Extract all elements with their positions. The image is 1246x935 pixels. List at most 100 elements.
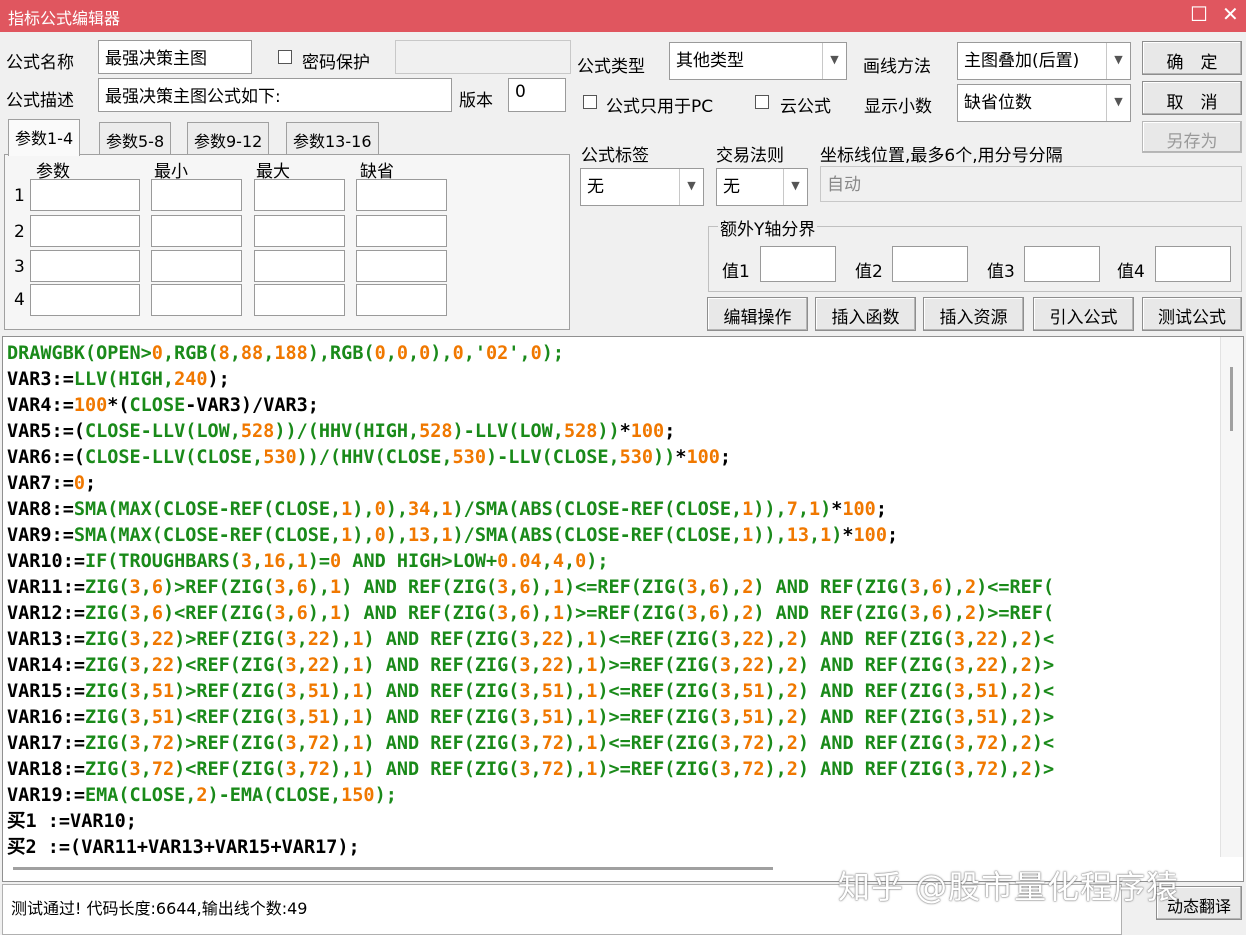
code-editor[interactable]: DRAWGBK(OPEN>0,RGB(8,88,188),RGB(0,0,0),… xyxy=(2,336,1244,882)
code-token: , xyxy=(731,707,743,728)
code-token: 3 xyxy=(129,733,141,754)
decimals-select[interactable]: 缺省位数 ▼ xyxy=(957,84,1131,122)
param-2-max[interactable] xyxy=(254,215,345,247)
code-token: ) AND REF(ZIG( xyxy=(363,733,520,754)
code-token: 0 xyxy=(374,343,386,364)
insert-function-button[interactable]: 插入函数 xyxy=(815,297,916,331)
vertical-scroll-thumb[interactable] xyxy=(1230,367,1233,431)
tab-params-13-16[interactable]: 参数13-16 xyxy=(286,122,379,154)
close-icon[interactable]: ✕ xyxy=(1222,2,1239,26)
param-1-min[interactable] xyxy=(151,179,242,211)
param-1-name[interactable] xyxy=(30,179,140,211)
code-token: ; xyxy=(664,421,676,442)
code-token: ) AND REF(ZIG( xyxy=(363,681,520,702)
code-token: 6 xyxy=(296,603,308,624)
import-formula-button[interactable]: 引入公式 xyxy=(1033,297,1134,331)
code-token: 51 xyxy=(151,681,175,702)
code-line[interactable]: VAR10:=IF(TROUGHBARS(3,16,1)=0 AND HIGH>… xyxy=(7,549,1054,575)
cloud-checkbox[interactable] xyxy=(755,95,769,109)
param-4-name[interactable] xyxy=(30,284,140,316)
code-line[interactable]: VAR5:=(CLOSE-LLV(LOW,528))/(HHV(HIGH,528… xyxy=(7,419,1054,445)
tab-params-1-4[interactable]: 参数1-4 xyxy=(8,119,81,156)
password-input[interactable] xyxy=(395,40,571,74)
code-token: , xyxy=(964,733,977,754)
param-2-default[interactable] xyxy=(356,215,447,247)
formula-desc-input[interactable]: 最强决策主图公式如下: xyxy=(98,78,452,112)
param-2-min[interactable] xyxy=(151,215,242,247)
y-value-2-input[interactable] xyxy=(892,246,968,282)
version-input[interactable]: 0 xyxy=(508,78,566,112)
formula-tag-select[interactable]: 无 ▼ xyxy=(580,168,704,206)
code-token: 1 xyxy=(586,733,598,754)
param-3-min[interactable] xyxy=(151,250,242,282)
edit-ops-button[interactable]: 编辑操作 xyxy=(707,297,808,331)
code-token: 1 xyxy=(586,629,598,650)
chevron-down-icon[interactable]: ▼ xyxy=(1106,43,1130,79)
cancel-button[interactable]: 取 消 xyxy=(1142,81,1242,115)
code-text[interactable]: DRAWGBK(OPEN>0,RGB(8,88,188),RGB(0,0,0),… xyxy=(7,341,1054,861)
param-3-default[interactable] xyxy=(356,250,447,282)
code-line[interactable]: VAR19:=EMA(CLOSE,2)-EMA(CLOSE,150); xyxy=(7,783,1054,809)
code-line[interactable]: VAR15:=ZIG(3,51)>REF(ZIG(3,51),1) AND RE… xyxy=(7,679,1054,705)
code-token: , xyxy=(964,655,977,676)
code-line[interactable]: DRAWGBK(OPEN>0,RGB(8,88,188),RGB(0,0,0),… xyxy=(7,341,1054,367)
param-1-default[interactable] xyxy=(356,179,447,211)
code-line[interactable]: 买1 :=VAR10; xyxy=(7,809,1054,835)
vertical-scrollbar[interactable] xyxy=(1220,337,1243,857)
code-line[interactable]: VAR3:=LLV(HIGH,240); xyxy=(7,367,1054,393)
param-4-default[interactable] xyxy=(356,284,447,316)
ok-button[interactable]: 确 定 xyxy=(1142,41,1242,75)
param-3-max[interactable] xyxy=(254,250,345,282)
draw-method-select[interactable]: 主图叠加(后置) ▼ xyxy=(957,42,1131,80)
code-line[interactable]: VAR14:=ZIG(3,22)<REF(ZIG(3,22),1) AND RE… xyxy=(7,653,1054,679)
save-as-button[interactable]: 另存为 xyxy=(1142,121,1242,153)
restore-icon[interactable]: ☐ xyxy=(1190,2,1208,26)
tab-params-5-8[interactable]: 参数5-8 xyxy=(99,122,172,154)
watermark: 知乎 @股市量化程序猿 xyxy=(838,868,1180,906)
name-label: 公式名称 xyxy=(6,53,74,73)
param-3-name[interactable] xyxy=(30,250,140,282)
code-line[interactable]: VAR6:=(CLOSE-LLV(CLOSE,530))/(HHV(CLOSE,… xyxy=(7,445,1054,471)
code-line[interactable]: VAR13:=ZIG(3,22)>REF(ZIG(3,22),1) AND RE… xyxy=(7,627,1054,653)
code-line[interactable]: VAR11:=ZIG(3,6)>REF(ZIG(3,6),1) AND REF(… xyxy=(7,575,1054,601)
chevron-down-icon[interactable]: ▼ xyxy=(783,169,807,205)
code-token: )>REF(ZIG( xyxy=(174,681,286,702)
code-line[interactable]: VAR16:=ZIG(3,51)<REF(ZIG(3,51),1) AND RE… xyxy=(7,705,1054,731)
formula-type-select[interactable]: 其他类型 ▼ xyxy=(669,42,847,80)
y-value-4-input[interactable] xyxy=(1155,246,1231,282)
code-line[interactable]: VAR7:=0; xyxy=(7,471,1054,497)
formula-name-input[interactable]: 最强决策主图 xyxy=(98,40,252,74)
code-token: 72 xyxy=(307,759,331,780)
code-token: 6 xyxy=(708,603,720,624)
chevron-down-icon[interactable]: ▼ xyxy=(679,169,703,205)
code-line[interactable]: VAR12:=ZIG(3,6)<REF(ZIG(3,6),1) AND REF(… xyxy=(7,601,1054,627)
chevron-down-icon[interactable]: ▼ xyxy=(1106,85,1130,121)
password-checkbox[interactable] xyxy=(278,50,292,64)
test-formula-button[interactable]: 测试公式 xyxy=(1142,297,1242,331)
code-token: 3 xyxy=(953,707,965,728)
y-value-1-input[interactable] xyxy=(760,246,836,282)
param-4-min[interactable] xyxy=(151,284,242,316)
code-token: ), xyxy=(998,733,1021,754)
chevron-down-icon[interactable]: ▼ xyxy=(822,43,846,79)
code-line[interactable]: VAR17:=ZIG(3,72)>REF(ZIG(3,72),1) AND RE… xyxy=(7,731,1054,757)
param-1-max[interactable] xyxy=(254,179,345,211)
pc-only-checkbox[interactable] xyxy=(583,95,597,109)
code-line[interactable]: VAR18:=ZIG(3,72)<REF(ZIG(3,72),1) AND RE… xyxy=(7,757,1054,783)
param-2-name[interactable] xyxy=(30,215,140,247)
code-token: ), xyxy=(307,577,331,598)
code-token: * xyxy=(675,447,687,468)
horizontal-scroll-thumb[interactable] xyxy=(13,867,773,870)
param-4-max[interactable] xyxy=(254,284,345,316)
insert-resource-button[interactable]: 插入资源 xyxy=(923,297,1024,331)
code-token: 6 xyxy=(296,577,308,598)
code-token: 16 xyxy=(263,551,286,572)
coord-lines-input[interactable]: 自动 xyxy=(820,166,1242,202)
code-line[interactable]: VAR4:=100*(CLOSE-VAR3)/VAR3; xyxy=(7,393,1054,419)
code-line[interactable]: VAR8:=SMA(MAX(CLOSE-REF(CLOSE,1),0),34,1… xyxy=(7,497,1054,523)
code-token: , xyxy=(140,707,152,728)
code-line[interactable]: VAR9:=SMA(MAX(CLOSE-REF(CLOSE,1),0),13,1… xyxy=(7,523,1054,549)
tab-params-9-12[interactable]: 参数9-12 xyxy=(187,122,270,154)
trade-rule-select[interactable]: 无 ▼ xyxy=(716,168,808,206)
y-value-3-input[interactable] xyxy=(1024,246,1100,282)
